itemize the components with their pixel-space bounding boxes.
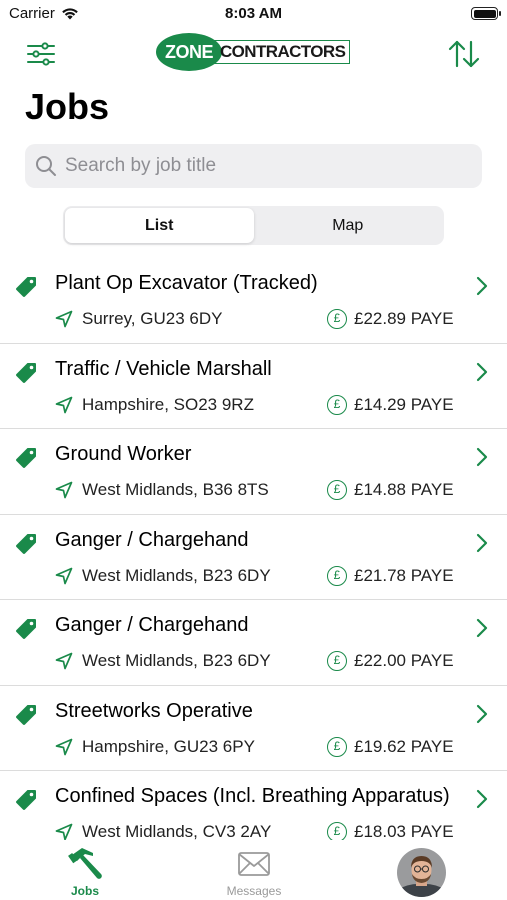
job-title: Plant Op Excavator (Tracked) — [55, 272, 318, 294]
job-row[interactable]: Plant Op Excavator (Tracked) Surrey, GU2… — [0, 258, 507, 344]
location-arrow-icon — [55, 823, 73, 840]
job-pay: £19.62 PAYE — [354, 736, 454, 756]
job-title: Streetworks Operative — [55, 699, 253, 722]
tag-icon — [16, 362, 36, 383]
tag-icon — [16, 704, 36, 725]
sort-arrows-icon — [448, 40, 480, 68]
hammer-icon — [68, 848, 102, 879]
page-title: Jobs — [25, 86, 110, 127]
search-input[interactable] — [65, 155, 465, 177]
profile-avatar-icon — [397, 848, 446, 897]
job-pay: £21.78 PAYE — [354, 565, 454, 585]
job-row[interactable]: Confined Spaces (Incl. Breathing Apparat… — [0, 771, 507, 840]
job-title: Ganger / Chargehand — [55, 528, 249, 551]
tag-icon — [16, 790, 36, 810]
job-row[interactable]: Ground Worker West Midlands, B36 8TS £ £… — [0, 429, 507, 515]
tab-messages-label: Messages — [226, 884, 282, 898]
pound-icon: £ — [327, 651, 347, 671]
search-icon — [36, 156, 56, 176]
job-location: West Midlands, CV3 2AY — [82, 822, 272, 840]
job-row[interactable]: Ganger / Chargehand West Midlands, B23 6… — [0, 515, 507, 600]
job-row[interactable]: Traffic / Vehicle Marshall Hampshire, SO… — [0, 344, 507, 429]
location-arrow-icon — [55, 310, 73, 328]
job-location: Surrey, GU23 6DY — [82, 309, 223, 328]
job-row[interactable]: Streetworks Operative Hampshire, GU23 6P… — [0, 686, 507, 771]
status-time: 8:03 AM — [225, 5, 282, 22]
tab-bar: Jobs Messages — [0, 840, 507, 900]
filter-button[interactable] — [24, 37, 58, 71]
job-location: Hampshire, GU23 6PY — [82, 736, 255, 756]
chevron-right-icon — [476, 704, 488, 723]
view-toggle: List Map — [63, 206, 444, 245]
tag-icon — [16, 448, 36, 468]
location-arrow-icon — [55, 652, 73, 670]
pound-icon: £ — [327, 394, 347, 415]
job-title: Confined Spaces (Incl. Breathing Apparat… — [55, 785, 450, 807]
pound-icon: £ — [327, 309, 347, 329]
segment-list[interactable]: List — [65, 208, 254, 243]
logo-zone-text: ZONE — [164, 42, 214, 62]
pound-icon: £ — [327, 822, 347, 840]
status-bar: Carrier 8:03 AM — [0, 0, 507, 28]
job-list: Plant Op Excavator (Tracked) Surrey, GU2… — [0, 258, 507, 840]
pound-icon: £ — [327, 480, 347, 500]
tag-icon — [16, 533, 36, 554]
job-title: Ganger / Chargehand — [55, 614, 249, 636]
job-pay: £14.29 PAYE — [354, 394, 454, 414]
sliders-icon — [27, 42, 55, 66]
location-arrow-icon — [55, 481, 73, 499]
logo-contractors-text: CONTRACTORS — [220, 42, 346, 61]
job-location: West Midlands, B23 6DY — [82, 565, 271, 585]
zone-contractors-logo: ZONE CONTRACTORS — [156, 33, 352, 71]
chevron-right-icon — [476, 362, 488, 381]
job-pay: £18.03 PAYE — [354, 822, 454, 840]
job-location: West Midlands, B23 6DY — [82, 651, 271, 670]
pound-icon: £ — [327, 565, 347, 586]
tab-messages[interactable]: Messages — [194, 840, 314, 900]
job-title: Traffic / Vehicle Marshall — [55, 357, 272, 380]
envelope-icon — [238, 852, 270, 876]
avatar[interactable] — [397, 848, 446, 897]
chevron-right-icon — [476, 276, 488, 296]
job-title: Ground Worker — [55, 443, 192, 465]
tab-jobs-label: Jobs — [70, 884, 99, 898]
battery-icon — [471, 7, 501, 20]
chevron-right-icon — [476, 789, 488, 809]
nav-bar: ZONE CONTRACTORS — [0, 28, 507, 78]
chevron-right-icon — [476, 447, 488, 467]
tab-jobs[interactable]: Jobs — [25, 840, 145, 900]
job-pay: £22.00 PAYE — [354, 651, 454, 670]
location-arrow-icon — [55, 396, 73, 413]
segment-map[interactable]: Map — [254, 208, 443, 243]
tag-icon — [16, 277, 36, 297]
search-bar[interactable] — [25, 144, 482, 188]
pound-icon: £ — [327, 736, 347, 757]
job-row[interactable]: Ganger / Chargehand West Midlands, B23 6… — [0, 600, 507, 686]
job-location: Hampshire, SO23 9RZ — [82, 394, 254, 414]
location-arrow-icon — [55, 738, 73, 755]
sort-button[interactable] — [447, 37, 481, 71]
chevron-right-icon — [476, 533, 488, 552]
chevron-right-icon — [476, 618, 488, 638]
job-pay: £14.88 PAYE — [354, 480, 454, 499]
job-location: West Midlands, B36 8TS — [82, 480, 269, 499]
location-arrow-icon — [55, 567, 73, 584]
tag-icon — [16, 619, 36, 639]
job-pay: £22.89 PAYE — [354, 309, 454, 328]
